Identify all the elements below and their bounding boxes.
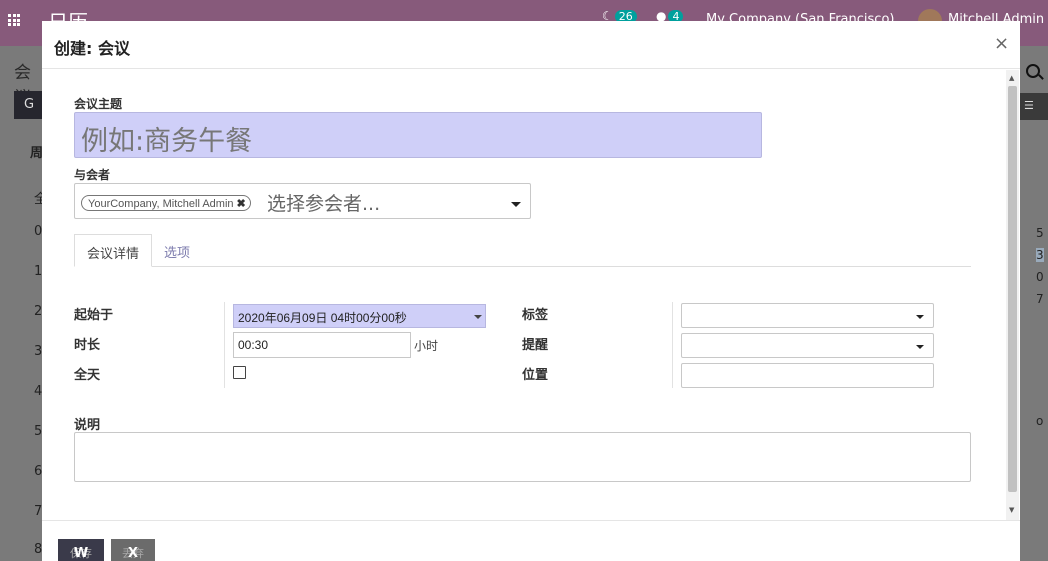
location-input[interactable] [681, 363, 934, 388]
attendee-tag-label: YourCompany, Mitchell Admin [88, 198, 234, 210]
scroll-down-icon[interactable]: ▼ [1009, 506, 1014, 514]
chevron-down-icon[interactable] [511, 202, 521, 207]
tab-options[interactable]: 选项 [152, 234, 202, 267]
dialog-title: 创建: 会议 [54, 39, 130, 58]
start-datetime-value: 2020年06月09日 04时00分00秒 [238, 311, 407, 325]
reminder-label: 提醒 [522, 338, 549, 353]
mini-calendar-day[interactable]: 3 [1036, 248, 1044, 262]
subject-input[interactable]: 例如:商务午餐 [74, 112, 762, 158]
allday-label: 全天 [74, 368, 101, 383]
view-switch-button[interactable]: ☰ [1020, 93, 1048, 120]
mini-calendar-day[interactable]: 7 [1036, 292, 1044, 306]
dialog-header: 创建: 会议 × [42, 21, 1020, 69]
tags-select[interactable] [681, 303, 934, 328]
description-field[interactable] [74, 432, 971, 482]
chevron-down-icon [916, 345, 924, 349]
start-label: 起始于 [74, 308, 114, 323]
remove-tag-icon[interactable]: ✖ [237, 198, 246, 210]
close-icon[interactable]: × [994, 33, 1009, 54]
subject-label: 会议主题 [74, 97, 123, 111]
discard-button-label: X [127, 546, 139, 561]
mini-calendar-text: o [1036, 414, 1044, 428]
column-divider [224, 302, 225, 388]
create-meeting-dialog: 创建: 会议 × 会议主题 例如:商务午餐 与会者 YourCompany, M… [42, 21, 1020, 561]
attendees-placeholder: 选择参会者... [267, 193, 381, 215]
tags-label: 标签 [522, 308, 549, 323]
search-icon[interactable] [1026, 64, 1040, 78]
scroll-up-icon[interactable]: ▲ [1009, 74, 1014, 82]
column-divider [672, 302, 673, 388]
dialog-scrollbar[interactable]: ▲ ▼ [1006, 70, 1019, 520]
form-tabs: 会议详情 选项 [74, 234, 971, 267]
start-datetime-input[interactable]: 2020年06月09日 04时00分00秒 [233, 304, 486, 328]
duration-input[interactable]: 00:30 [233, 332, 411, 358]
duration-label: 时长 [74, 338, 101, 353]
chevron-down-icon [916, 315, 924, 319]
scroll-thumb[interactable] [1008, 86, 1017, 492]
mini-calendar-day[interactable]: 5 [1036, 226, 1044, 240]
location-label: 位置 [522, 368, 549, 383]
attendee-tag: YourCompany, Mitchell Admin ✖ [81, 195, 251, 211]
discard-button[interactable]: 丢弃 X [111, 539, 155, 561]
dialog-footer: 保存 W 丢弃 X [42, 520, 1020, 561]
save-button[interactable]: 保存 W [58, 539, 104, 561]
description-label: 说明 [74, 418, 101, 433]
apps-menu-icon[interactable] [8, 14, 20, 26]
calendar-left-panel: 会议 G 周 全 0 1 2 3 4 5 6 7 8 [0, 46, 47, 561]
attendees-label: 与会者 [74, 168, 111, 182]
calendar-right-panel: ☰ 5 3 0 7 o [1020, 46, 1048, 561]
dialog-body: 会议主题 例如:商务午餐 与会者 YourCompany, Mitchell A… [42, 70, 1020, 520]
save-button-label: W [73, 546, 89, 561]
attendees-field[interactable]: YourCompany, Mitchell Admin ✖ 选择参会者... [74, 183, 531, 219]
left-toolbar-button[interactable]: G [14, 91, 42, 119]
chevron-down-icon[interactable] [474, 315, 482, 319]
allday-checkbox[interactable] [233, 366, 246, 379]
mini-calendar-day[interactable]: 0 [1036, 270, 1044, 284]
reminder-select[interactable] [681, 333, 934, 358]
duration-unit: 小时 [414, 339, 439, 353]
tab-meeting-details[interactable]: 会议详情 [74, 234, 153, 267]
